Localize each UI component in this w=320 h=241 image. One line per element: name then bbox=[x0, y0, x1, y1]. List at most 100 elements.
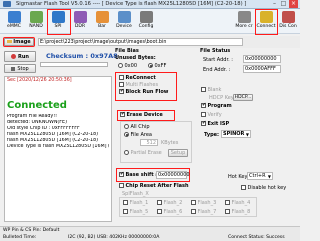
stop-label: Stop bbox=[17, 66, 29, 72]
minimize-icon[interactable]: – bbox=[270, 0, 279, 8]
image-path-input[interactable]: E:\project\223\project\image\output\imag… bbox=[38, 38, 243, 46]
log-lines: Program File Ready!! detected: UNKNOWN(FE… bbox=[5, 114, 111, 150]
checkbox-icon bbox=[119, 75, 124, 80]
type-select[interactable]: SPINOR ▼ bbox=[221, 130, 251, 138]
program-label: Program bbox=[207, 103, 232, 109]
checkbox-icon bbox=[201, 112, 206, 117]
program-checkbox[interactable]: Program bbox=[201, 102, 232, 109]
erase-device-checkbox[interactable]: Erase Device bbox=[120, 111, 163, 118]
progress-bar bbox=[40, 62, 108, 67]
block-run-flow-checkbox[interactable]: Block Run Flow bbox=[119, 88, 168, 95]
checkbox-icon bbox=[201, 102, 206, 108]
verify-label: Verify bbox=[207, 112, 222, 118]
radio-0x00-label: 0x00 bbox=[124, 63, 138, 69]
chip-reset-label: Chip Reset After Flash bbox=[125, 183, 189, 189]
more-button[interactable]: More cr bbox=[234, 10, 254, 33]
reconnect-checkbox[interactable]: ReConnect bbox=[119, 75, 156, 81]
maximize-icon[interactable]: □ bbox=[279, 0, 288, 8]
erase-setup-button[interactable]: Setup bbox=[168, 149, 188, 157]
flash-item-label: Flash_2 bbox=[163, 200, 183, 206]
toolbar-label: Dis Con bbox=[279, 24, 297, 29]
image-label: Image bbox=[13, 39, 31, 45]
checkbox-icon bbox=[201, 87, 206, 92]
run-icon bbox=[11, 54, 16, 59]
toolbar: eMMC NAND SPI DDR Bar Device Config More cr Con… bbox=[0, 9, 300, 34]
checkbox-icon bbox=[119, 88, 124, 94]
flash-grid: Flash_1 Flash_2 Flash_3 Flash_4 Flash_5 Flash… bbox=[119, 197, 257, 217]
exit-isp-label: Exit ISP bbox=[207, 121, 230, 127]
log-line: Device Type is flash MX25L12805D [16M] (… bbox=[7, 144, 109, 149]
erase-file-area-radio[interactable]: File Area bbox=[124, 132, 152, 138]
flash-item-checkbox[interactable]: Flash_3 bbox=[191, 200, 216, 206]
erase-all-chip-radio[interactable]: All Chip bbox=[124, 124, 150, 130]
erase-kbytes-label: KBytes bbox=[161, 140, 179, 146]
checkbox-icon bbox=[119, 183, 124, 188]
radio-icon bbox=[148, 63, 153, 68]
window-title: Sigmastar Flash Tool V5.0.16 ---- [ Devi… bbox=[16, 1, 247, 7]
i2c-usb-status: I2C (92, B2) USB: 402KHz 00000000:0A bbox=[68, 235, 160, 240]
flash-item-label: Flash_6 bbox=[163, 209, 183, 215]
nand-button[interactable]: NAND bbox=[26, 10, 46, 33]
erase-device-label: Erase Device bbox=[126, 112, 163, 118]
wp-pin-status: WP Pin & CS Pin: Default bbox=[3, 228, 60, 233]
disable-hot-key-checkbox[interactable]: Disable hot key bbox=[241, 185, 286, 191]
verify-checkbox[interactable]: Verify bbox=[201, 112, 222, 118]
erase-file-area-input[interactable]: 512 bbox=[140, 139, 158, 146]
ddr-icon bbox=[73, 11, 87, 23]
blank-checkbox[interactable]: Blank bbox=[201, 87, 221, 93]
flash-item-label: Flash_8 bbox=[231, 209, 251, 215]
base-shift-input[interactable]: 0x00000000 bbox=[156, 171, 190, 179]
hot-key-select[interactable]: Ctrl+R ▼ bbox=[247, 172, 273, 180]
image-button[interactable]: Image bbox=[3, 37, 35, 47]
erase-partial-label: Partial Erase bbox=[130, 150, 162, 156]
device-icon bbox=[117, 11, 131, 23]
exit-isp-checkbox[interactable]: Exit ISP bbox=[201, 120, 230, 127]
hdcp-button[interactable]: HDCP... bbox=[233, 94, 253, 101]
connect-status: Connect Status: Success bbox=[228, 235, 285, 240]
radio-0x00[interactable]: 0x00 bbox=[118, 63, 137, 69]
radio-0xff[interactable]: 0xFF bbox=[148, 63, 166, 69]
log-panel: Sec [2020/12/26 20:50:36] Connected Prog… bbox=[4, 76, 112, 222]
radio-icon bbox=[124, 124, 129, 129]
blank-label: Blank bbox=[207, 87, 222, 93]
wmmc-button[interactable]: eMMC bbox=[4, 10, 24, 33]
run-button[interactable]: Run bbox=[4, 51, 36, 62]
device-button[interactable]: Device bbox=[114, 10, 134, 33]
config-button[interactable]: Config bbox=[136, 10, 156, 33]
toolbar-label: eMMC bbox=[7, 24, 21, 29]
flash-item-checkbox[interactable]: Flash_7 bbox=[191, 209, 216, 215]
flash-item-label: Flash_3 bbox=[197, 200, 217, 206]
spi-highlight bbox=[47, 9, 71, 35]
flash-item-checkbox[interactable]: Flash_2 bbox=[157, 200, 182, 206]
config-icon bbox=[139, 11, 153, 23]
checkbox-icon bbox=[225, 209, 230, 214]
flash-item-checkbox[interactable]: Flash_5 bbox=[123, 209, 148, 215]
app-icon bbox=[3, 1, 11, 7]
folder-icon bbox=[7, 39, 13, 44]
title-bar: Sigmastar Flash Tool V5.0.16 ---- [ Devi… bbox=[0, 0, 300, 9]
flash-item-checkbox[interactable]: Flash_8 bbox=[225, 209, 250, 215]
flash-item-checkbox[interactable]: Flash_6 bbox=[157, 209, 182, 215]
toolbar-label: Config bbox=[138, 24, 154, 29]
checkbox-icon bbox=[123, 209, 128, 214]
checkbox-icon bbox=[157, 200, 162, 205]
disconnect-button[interactable]: Dis Con bbox=[278, 10, 298, 33]
flash-item-checkbox[interactable]: Flash_4 bbox=[225, 200, 250, 206]
erase-partial-radio[interactable]: Partial Erase bbox=[124, 150, 162, 156]
multi-flashes-checkbox[interactable]: Multi Flashes bbox=[119, 82, 158, 88]
bar-button[interactable]: Bar bbox=[92, 10, 112, 33]
hdcp-key-label: HDCP Key bbox=[209, 95, 234, 101]
chip-reset-checkbox[interactable]: Chip Reset After Flash bbox=[119, 183, 189, 189]
end-addr-label: End Addr. : bbox=[203, 67, 231, 73]
stop-button[interactable]: Stop bbox=[4, 64, 36, 73]
radio-icon bbox=[118, 63, 123, 68]
flash-item-label: Flash_7 bbox=[197, 209, 217, 215]
flash-item-checkbox[interactable]: Flash_1 bbox=[123, 200, 148, 206]
wmmc-icon bbox=[7, 11, 21, 23]
base-shift-checkbox[interactable]: Base shift at bbox=[119, 171, 161, 178]
ddr-button[interactable]: DDR bbox=[70, 10, 90, 33]
erase-file-area-label: File Area bbox=[130, 132, 152, 138]
checkbox-icon bbox=[241, 185, 246, 190]
close-icon[interactable]: × bbox=[289, 0, 298, 8]
end-addr-field: 0x0000AFFF bbox=[243, 65, 281, 73]
